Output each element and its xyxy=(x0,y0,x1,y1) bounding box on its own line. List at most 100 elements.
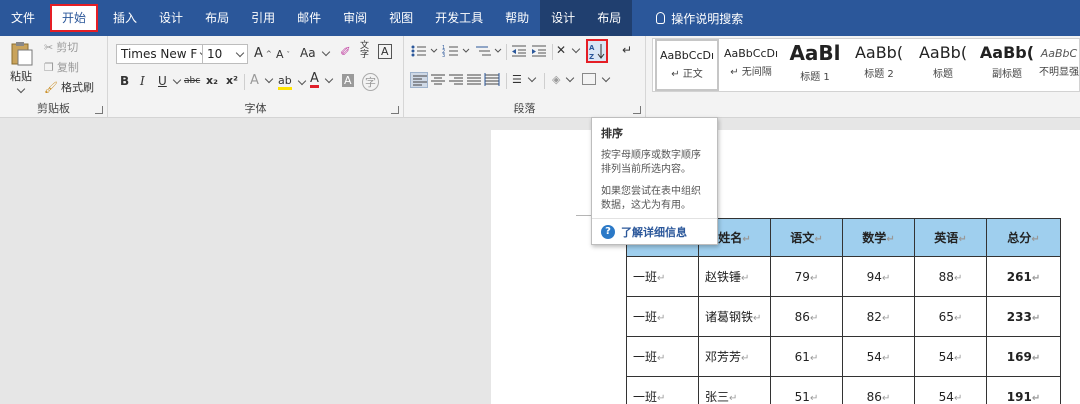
table-cell[interactable]: 54↵ xyxy=(914,336,987,377)
style-title[interactable]: AaBb( 标题 xyxy=(911,39,975,91)
tab-design[interactable]: 设计 xyxy=(148,0,194,36)
table-cell[interactable]: 261↵ xyxy=(986,256,1061,297)
strikethrough-button[interactable]: abc xyxy=(184,76,200,86)
dialog-launcher-icon[interactable] xyxy=(633,106,641,114)
table-cell[interactable]: 82↵ xyxy=(842,296,915,337)
subscript-button[interactable]: x₂ xyxy=(206,74,218,87)
align-right-icon[interactable] xyxy=(448,73,464,87)
borders-button[interactable] xyxy=(582,73,611,85)
character-shading-button[interactable]: A xyxy=(342,74,354,87)
chinese-layout-button[interactable]: ✕ xyxy=(556,43,581,57)
table-cell[interactable]: 191↵ xyxy=(986,376,1061,404)
justify-icon[interactable] xyxy=(466,73,482,87)
shading-button[interactable]: ◈ xyxy=(552,73,575,86)
superscript-button[interactable]: x² xyxy=(226,74,238,87)
tab-review[interactable]: 审阅 xyxy=(332,0,378,36)
table-cell[interactable]: 86↵ xyxy=(770,296,843,337)
table-cell[interactable]: 赵铁锤↵ xyxy=(698,256,771,297)
table-cell[interactable]: 一班↵ xyxy=(626,376,699,404)
tooltip-description: 按字母顺序或数字顺序排列当前所选内容。 xyxy=(601,150,701,175)
learn-more-link[interactable]: ? 了解详细信息 xyxy=(601,224,687,240)
tab-view[interactable]: 视图 xyxy=(378,0,424,36)
font-size-input[interactable]: 10 xyxy=(202,44,248,64)
tooltip-title: 排序 xyxy=(601,127,623,140)
italic-button[interactable]: I xyxy=(140,74,145,88)
character-border-button[interactable]: A xyxy=(378,44,392,59)
clear-formatting-button[interactable]: ✐ xyxy=(340,45,351,60)
numbering-icon[interactable]: 123 xyxy=(442,44,472,58)
table-header-cell[interactable]: 语文↵ xyxy=(770,218,843,257)
font-color-button[interactable]: A xyxy=(310,72,334,88)
tab-insert[interactable]: 插入 xyxy=(102,0,148,36)
phonetic-guide-button[interactable]: 文字 xyxy=(360,42,369,60)
enclose-characters-button[interactable]: 字 xyxy=(362,73,379,91)
table-header-cell[interactable]: 英语↵ xyxy=(914,218,987,257)
style-subtitle[interactable]: AaBb( 副标题 xyxy=(975,39,1039,91)
distributed-icon[interactable] xyxy=(484,73,500,87)
line-spacing-button[interactable]: ☰ xyxy=(512,73,537,86)
table-cell[interactable]: 94↵ xyxy=(842,256,915,297)
table-cell[interactable]: 169↵ xyxy=(986,336,1061,377)
border-icon xyxy=(582,73,596,85)
highlight-button[interactable]: ab xyxy=(278,74,306,90)
decrease-indent-icon[interactable] xyxy=(510,44,528,58)
chinese-layout-icon: ✕ xyxy=(556,43,567,57)
table-cell[interactable]: 诸葛钢铁↵ xyxy=(698,296,771,337)
table-cell[interactable]: 233↵ xyxy=(986,296,1061,337)
table-cell[interactable]: 一班↵ xyxy=(626,256,699,297)
dialog-launcher-icon[interactable] xyxy=(95,106,103,114)
table-cell[interactable]: 一班↵ xyxy=(626,336,699,377)
bold-button[interactable]: B xyxy=(120,74,129,88)
tab-references[interactable]: 引用 xyxy=(240,0,286,36)
align-center-icon[interactable] xyxy=(430,73,446,87)
paste-button[interactable]: 粘贴 xyxy=(8,40,34,94)
tab-developer[interactable]: 开发工具 xyxy=(424,0,494,36)
tab-file[interactable]: 文件 xyxy=(0,0,46,36)
shrink-font-button[interactable]: Aˇ xyxy=(276,48,290,61)
table-cell[interactable]: 张三↵ xyxy=(698,376,771,404)
tab-home[interactable]: 开始 xyxy=(50,4,99,32)
font-name-input[interactable]: Times New F xyxy=(116,44,210,64)
tab-table-design[interactable]: 设计 xyxy=(540,0,587,36)
tab-mailings[interactable]: 邮件 xyxy=(286,0,332,36)
tab-help[interactable]: 帮助 xyxy=(494,0,540,36)
sort-button[interactable]: AZ xyxy=(586,39,608,63)
table-cell[interactable]: 51↵ xyxy=(770,376,843,404)
change-case-button[interactable]: Aa xyxy=(300,46,330,60)
table-cell[interactable]: 86↵ xyxy=(842,376,915,404)
align-left-icon[interactable] xyxy=(410,72,428,88)
table-cell[interactable]: 54↵ xyxy=(914,376,987,404)
text-effects-button[interactable]: A xyxy=(250,73,274,88)
multilevel-list-icon[interactable] xyxy=(474,44,504,58)
table-header-cell[interactable]: 总分↵ xyxy=(986,218,1061,257)
bullets-icon[interactable] xyxy=(410,44,440,58)
sort-icon: AZ xyxy=(589,44,605,60)
grow-font-button[interactable]: A ^ xyxy=(254,46,272,61)
chevron-down-icon xyxy=(297,76,306,85)
grades-table[interactable]: 姓名↵ 语文↵ 数学↵ 英语↵ 总分↵ 一班↵ 赵铁锤↵ 79↵ 94↵ 88↵… xyxy=(626,218,1061,404)
dialog-launcher-icon[interactable] xyxy=(391,106,399,114)
table-header-cell[interactable]: 数学↵ xyxy=(842,218,915,257)
style-no-spacing[interactable]: AaBbCcDı ↵ 无间隔 xyxy=(719,39,783,91)
increase-indent-icon[interactable] xyxy=(530,44,548,58)
tab-table-layout[interactable]: 布局 xyxy=(586,0,633,36)
style-heading-1[interactable]: AaBl 标题 1 xyxy=(783,39,847,91)
format-painter-button[interactable]: 🖌 格式刷 xyxy=(44,79,94,95)
table-cell[interactable]: 79↵ xyxy=(770,256,843,297)
show-marks-button[interactable]: ↵ xyxy=(622,43,632,57)
table-cell[interactable]: 邓芳芳↵ xyxy=(698,336,771,377)
ribbon-tab-bar: 文件 开始 插入 设计 布局 引用 邮件 审阅 视图 开发工具 帮助 设计 布局… xyxy=(0,0,1080,36)
cut-button[interactable]: ✂ 剪切 xyxy=(44,39,78,55)
tab-layout[interactable]: 布局 xyxy=(194,0,240,36)
table-cell[interactable]: 54↵ xyxy=(842,336,915,377)
table-cell[interactable]: 一班↵ xyxy=(626,296,699,337)
underline-button[interactable]: U xyxy=(158,74,182,88)
table-cell[interactable]: 61↵ xyxy=(770,336,843,377)
table-cell[interactable]: 88↵ xyxy=(914,256,987,297)
style-heading-2[interactable]: AaBb( 标题 2 xyxy=(847,39,911,91)
style-subtle-emphasis[interactable]: AaBbC 不明显强 xyxy=(1039,39,1079,91)
tell-me-search[interactable]: 操作说明搜索 xyxy=(632,10,743,27)
copy-button[interactable]: ❐ 复制 xyxy=(44,59,79,75)
table-cell[interactable]: 65↵ xyxy=(914,296,987,337)
style-normal[interactable]: AaBbCcDı ↵ 正文 xyxy=(655,39,719,91)
